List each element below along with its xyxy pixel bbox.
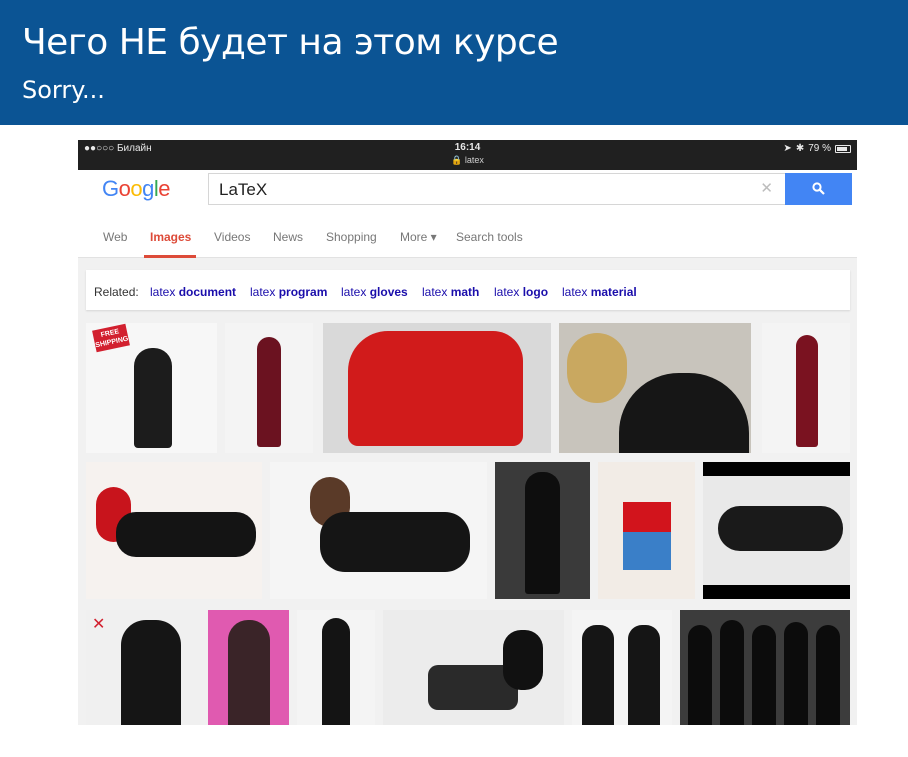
search-tabs: Web Images Videos News Shopping More ▾ S… bbox=[78, 218, 857, 258]
figure-silhouette bbox=[121, 620, 181, 725]
image-thumbnail[interactable] bbox=[559, 323, 751, 453]
location-icon: ➤ bbox=[783, 143, 792, 154]
tab-videos[interactable]: Videos bbox=[214, 230, 250, 244]
search-icon bbox=[812, 182, 825, 195]
related-link[interactable]: latex logo bbox=[494, 285, 548, 299]
figure-silhouette bbox=[796, 335, 818, 447]
battery-icon bbox=[835, 144, 851, 153]
figure-silhouette bbox=[525, 472, 560, 594]
figure-silhouette bbox=[752, 625, 776, 725]
related-link[interactable]: latex gloves bbox=[341, 285, 408, 299]
image-thumbnail[interactable] bbox=[270, 462, 487, 599]
image-thumbnail[interactable]: FREE SHIPPING bbox=[86, 323, 217, 453]
image-thumbnail[interactable]: ✕ bbox=[86, 610, 200, 725]
related-link[interactable]: latex program bbox=[250, 285, 327, 299]
figure-silhouette bbox=[134, 348, 172, 448]
tab-web[interactable]: Web bbox=[103, 230, 127, 244]
image-thumbnail[interactable] bbox=[495, 462, 590, 599]
figure-silhouette bbox=[322, 618, 350, 725]
related-link[interactable]: latex material bbox=[562, 285, 637, 299]
tab-shopping[interactable]: Shopping bbox=[326, 230, 377, 244]
battery-percent: 79 % bbox=[808, 143, 831, 154]
figure-silhouette bbox=[567, 333, 627, 403]
image-thumbnail[interactable] bbox=[323, 323, 551, 453]
search-header: Google LaTeX ✕ bbox=[78, 170, 857, 218]
active-tab-indicator bbox=[144, 255, 196, 258]
image-thumbnail[interactable] bbox=[572, 610, 672, 725]
related-link[interactable]: latex math bbox=[422, 285, 479, 299]
image-thumbnail[interactable] bbox=[598, 462, 695, 599]
figure-silhouette bbox=[784, 622, 808, 725]
address-bar[interactable]: 🔒 latex bbox=[78, 155, 857, 166]
figure-silhouette bbox=[688, 625, 712, 725]
image-thumbnail[interactable] bbox=[86, 462, 262, 599]
figure-silhouette bbox=[348, 331, 523, 446]
image-thumbnail[interactable] bbox=[208, 610, 289, 725]
bluetooth-icon: ✱ bbox=[795, 143, 805, 154]
tab-news[interactable]: News bbox=[273, 230, 303, 244]
figure-silhouette bbox=[816, 625, 840, 725]
image-thumbnail[interactable] bbox=[762, 323, 850, 453]
figure-silhouette bbox=[503, 630, 543, 690]
figure-silhouette bbox=[582, 625, 614, 725]
tab-search-tools[interactable]: Search tools bbox=[456, 230, 523, 244]
phone-screenshot: ●●○○○ Билайн 16:14 🔒 latex ➤ ✱ 79 % Goog… bbox=[78, 140, 857, 725]
tab-images[interactable]: Images bbox=[150, 230, 191, 244]
figure-silhouette bbox=[628, 625, 660, 725]
tab-more[interactable]: More ▾ bbox=[400, 230, 437, 244]
related-searches: Related: latex document latex program la… bbox=[86, 270, 850, 310]
figure-silhouette bbox=[718, 506, 843, 551]
slide-title: Чего НЕ будет на этом курсе bbox=[22, 22, 559, 63]
related-link[interactable]: latex document bbox=[150, 285, 236, 299]
clear-icon[interactable]: ✕ bbox=[760, 179, 773, 197]
clock: 16:14 bbox=[454, 142, 481, 153]
google-logo[interactable]: Google bbox=[102, 176, 171, 202]
figure-silhouette bbox=[228, 620, 270, 725]
slide-header: Чего НЕ будет на этом курсе Sorry... bbox=[0, 0, 908, 125]
image-thumbnail[interactable] bbox=[297, 610, 375, 725]
figure-silhouette bbox=[619, 373, 749, 453]
figure-silhouette bbox=[320, 512, 470, 572]
figure-silhouette bbox=[720, 620, 744, 725]
image-thumbnail[interactable] bbox=[383, 610, 564, 725]
slide-subtitle: Sorry... bbox=[22, 76, 105, 104]
figure-silhouette bbox=[116, 512, 256, 557]
search-query: LaTeX bbox=[219, 180, 268, 199]
status-bar: ●●○○○ Билайн 16:14 🔒 latex ➤ ✱ 79 % bbox=[78, 140, 857, 170]
image-thumbnail[interactable] bbox=[225, 323, 313, 453]
figure-silhouette bbox=[257, 337, 281, 447]
image-thumbnail[interactable] bbox=[680, 610, 850, 725]
search-button[interactable] bbox=[785, 173, 852, 205]
figure-silhouette bbox=[623, 502, 671, 532]
free-shipping-badge: FREE SHIPPING bbox=[92, 323, 130, 353]
image-thumbnail[interactable] bbox=[703, 462, 850, 599]
related-label: Related: bbox=[94, 285, 139, 299]
figure-silhouette bbox=[623, 532, 671, 570]
brand-mark-icon: ✕ bbox=[92, 616, 106, 633]
status-right: ➤ ✱ 79 % bbox=[783, 143, 851, 154]
search-input[interactable]: LaTeX ✕ bbox=[208, 173, 786, 205]
